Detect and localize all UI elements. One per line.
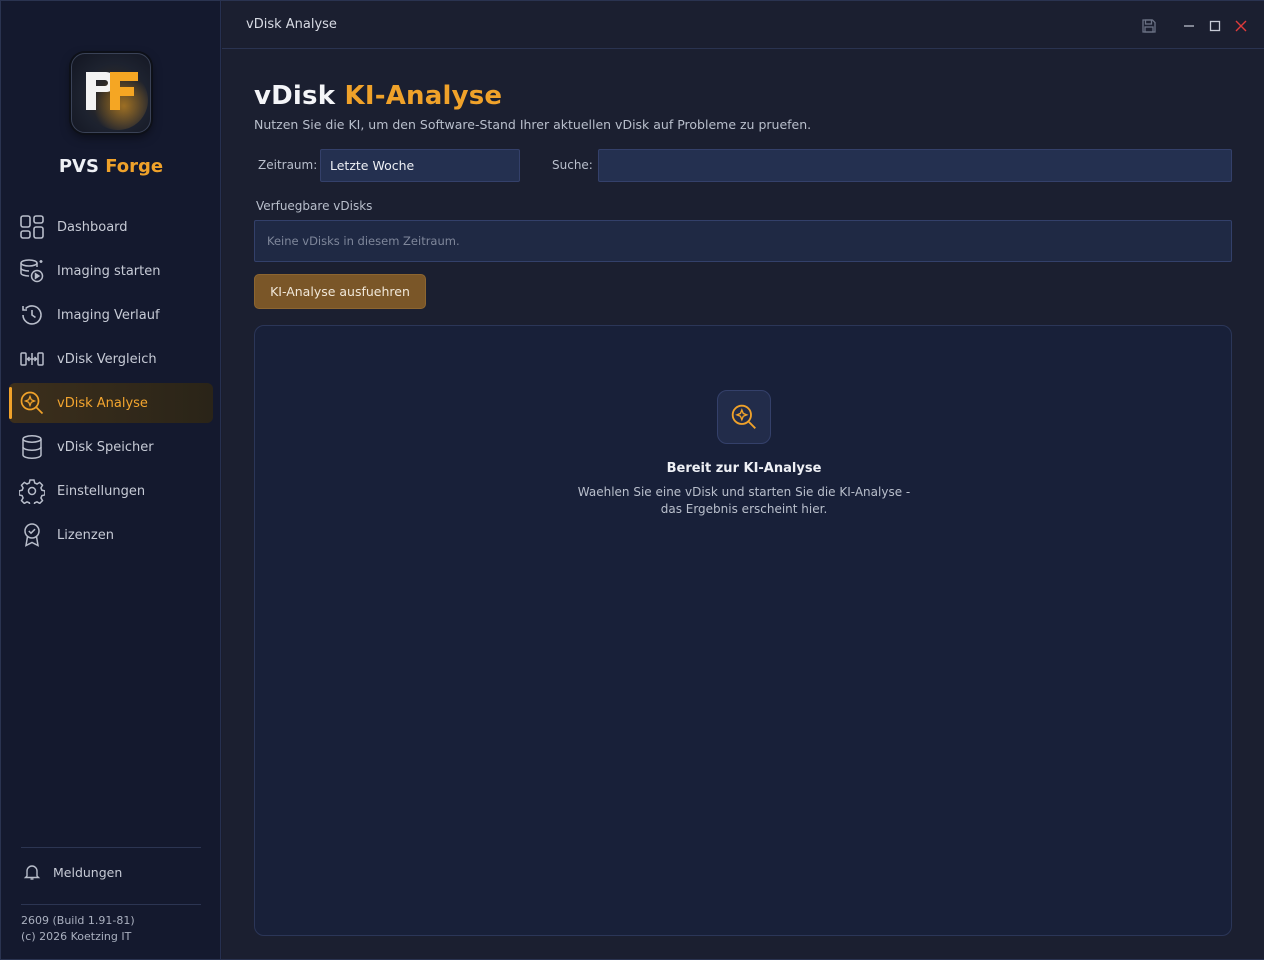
- ready-title: Bereit zur KI-Analyse: [666, 461, 822, 476]
- brand-accent: Forge: [105, 156, 164, 177]
- page-title-prefix: vDisk: [254, 81, 336, 111]
- ready-text: Waehlen Sie eine vDisk und starten Sie d…: [577, 485, 911, 516]
- title-bar: vDisk Analyse: [222, 1, 1264, 49]
- minimize-button[interactable]: [1176, 15, 1202, 37]
- sidebar-item-label: vDisk Analyse: [57, 395, 148, 411]
- sidebar-item-label: Imaging Verlauf: [57, 307, 160, 323]
- sidebar-nav: Dashboard Imaging starten Imaging Verlau…: [9, 207, 213, 559]
- sidebar-item-lizenzen[interactable]: Lizenzen: [9, 515, 213, 555]
- notifications-label: Meldungen: [53, 864, 123, 880]
- period-select[interactable]: Letzte Woche: [320, 149, 520, 182]
- sidebar-item-label: vDisk Speicher: [57, 439, 154, 455]
- sidebar-divider: [21, 904, 201, 905]
- app-window: PVS Forge Dashboard Imaging starten Imag…: [0, 0, 1264, 960]
- filter-bar: Zeitraum: Letzte Woche Suche:: [254, 149, 1232, 183]
- period-label: Zeitraum:: [258, 158, 318, 172]
- sidebar-item-vdisk-analyse[interactable]: vDisk Analyse: [9, 383, 213, 423]
- main-area: vDisk Analyse vDisk KI-Analyse Nutzen Si…: [222, 1, 1264, 959]
- sidebar-item-label: Lizenzen: [57, 527, 114, 543]
- window-controls: [1136, 15, 1254, 37]
- run-analysis-button[interactable]: KI-Analyse ausfuehren: [254, 274, 426, 309]
- sidebar-item-label: Imaging starten: [57, 263, 161, 279]
- page-title-accent: KI-Analyse: [344, 81, 503, 111]
- app-logo: [71, 53, 151, 133]
- search-label: Suche:: [552, 158, 593, 172]
- version-build: 2609 (Build 1.91-81): [21, 914, 135, 927]
- database-play-icon: [19, 258, 45, 284]
- page-title: vDisk KI-Analyse: [254, 81, 1232, 111]
- compare-icon: [19, 346, 45, 372]
- sidebar-item-label: vDisk Vergleich: [57, 351, 157, 367]
- vdisk-list[interactable]: Keine vDisks in diesem Zeitraum.: [254, 220, 1232, 262]
- brand-name: PVS Forge: [1, 156, 221, 177]
- vdisk-list-empty: Keine vDisks in diesem Zeitraum.: [267, 234, 460, 248]
- history-icon: [19, 302, 45, 328]
- save-button[interactable]: [1136, 15, 1162, 37]
- window-title: vDisk Analyse: [246, 17, 337, 32]
- search-sparkle-icon: [19, 390, 45, 416]
- award-icon: [19, 522, 45, 548]
- sidebar-item-dashboard[interactable]: Dashboard: [9, 207, 213, 247]
- sidebar-item-vdisk-vergleich[interactable]: vDisk Vergleich: [9, 339, 213, 379]
- grid-icon: [19, 214, 45, 240]
- brand-prefix: PVS: [58, 156, 99, 177]
- maximize-button[interactable]: [1202, 15, 1228, 37]
- vdisks-label: Verfuegbare vDisks: [256, 199, 373, 213]
- database-icon: [19, 434, 45, 460]
- sidebar-item-label: Dashboard: [57, 219, 128, 235]
- sidebar-item-label: Einstellungen: [57, 483, 146, 499]
- page-subtitle: Nutzen Sie die KI, um den Software-Stand…: [254, 117, 812, 132]
- sidebar-item-einstellungen[interactable]: Einstellungen: [9, 471, 213, 511]
- gear-icon: [19, 478, 45, 504]
- notifications-button[interactable]: Meldungen: [23, 863, 122, 881]
- search-input[interactable]: [598, 149, 1232, 182]
- search-sparkle-icon: [717, 390, 771, 444]
- sidebar: PVS Forge Dashboard Imaging starten Imag…: [1, 1, 221, 959]
- page-content: vDisk KI-Analyse Nutzen Sie die KI, um d…: [254, 49, 1232, 936]
- copyright: (c) 2026 Koetzing IT: [21, 930, 132, 943]
- sidebar-item-imaging-starten[interactable]: Imaging starten: [9, 251, 213, 291]
- bell-icon: [23, 863, 41, 881]
- sidebar-item-vdisk-speicher[interactable]: vDisk Speicher: [9, 427, 213, 467]
- sidebar-divider: [21, 847, 201, 848]
- result-panel: Bereit zur KI-Analyse Waehlen Sie eine v…: [254, 325, 1232, 936]
- version-info: 2609 (Build 1.91-81) (c) 2026 Koetzing I…: [21, 913, 135, 945]
- sidebar-item-imaging-verlauf[interactable]: Imaging Verlauf: [9, 295, 213, 335]
- close-button[interactable]: [1228, 15, 1254, 37]
